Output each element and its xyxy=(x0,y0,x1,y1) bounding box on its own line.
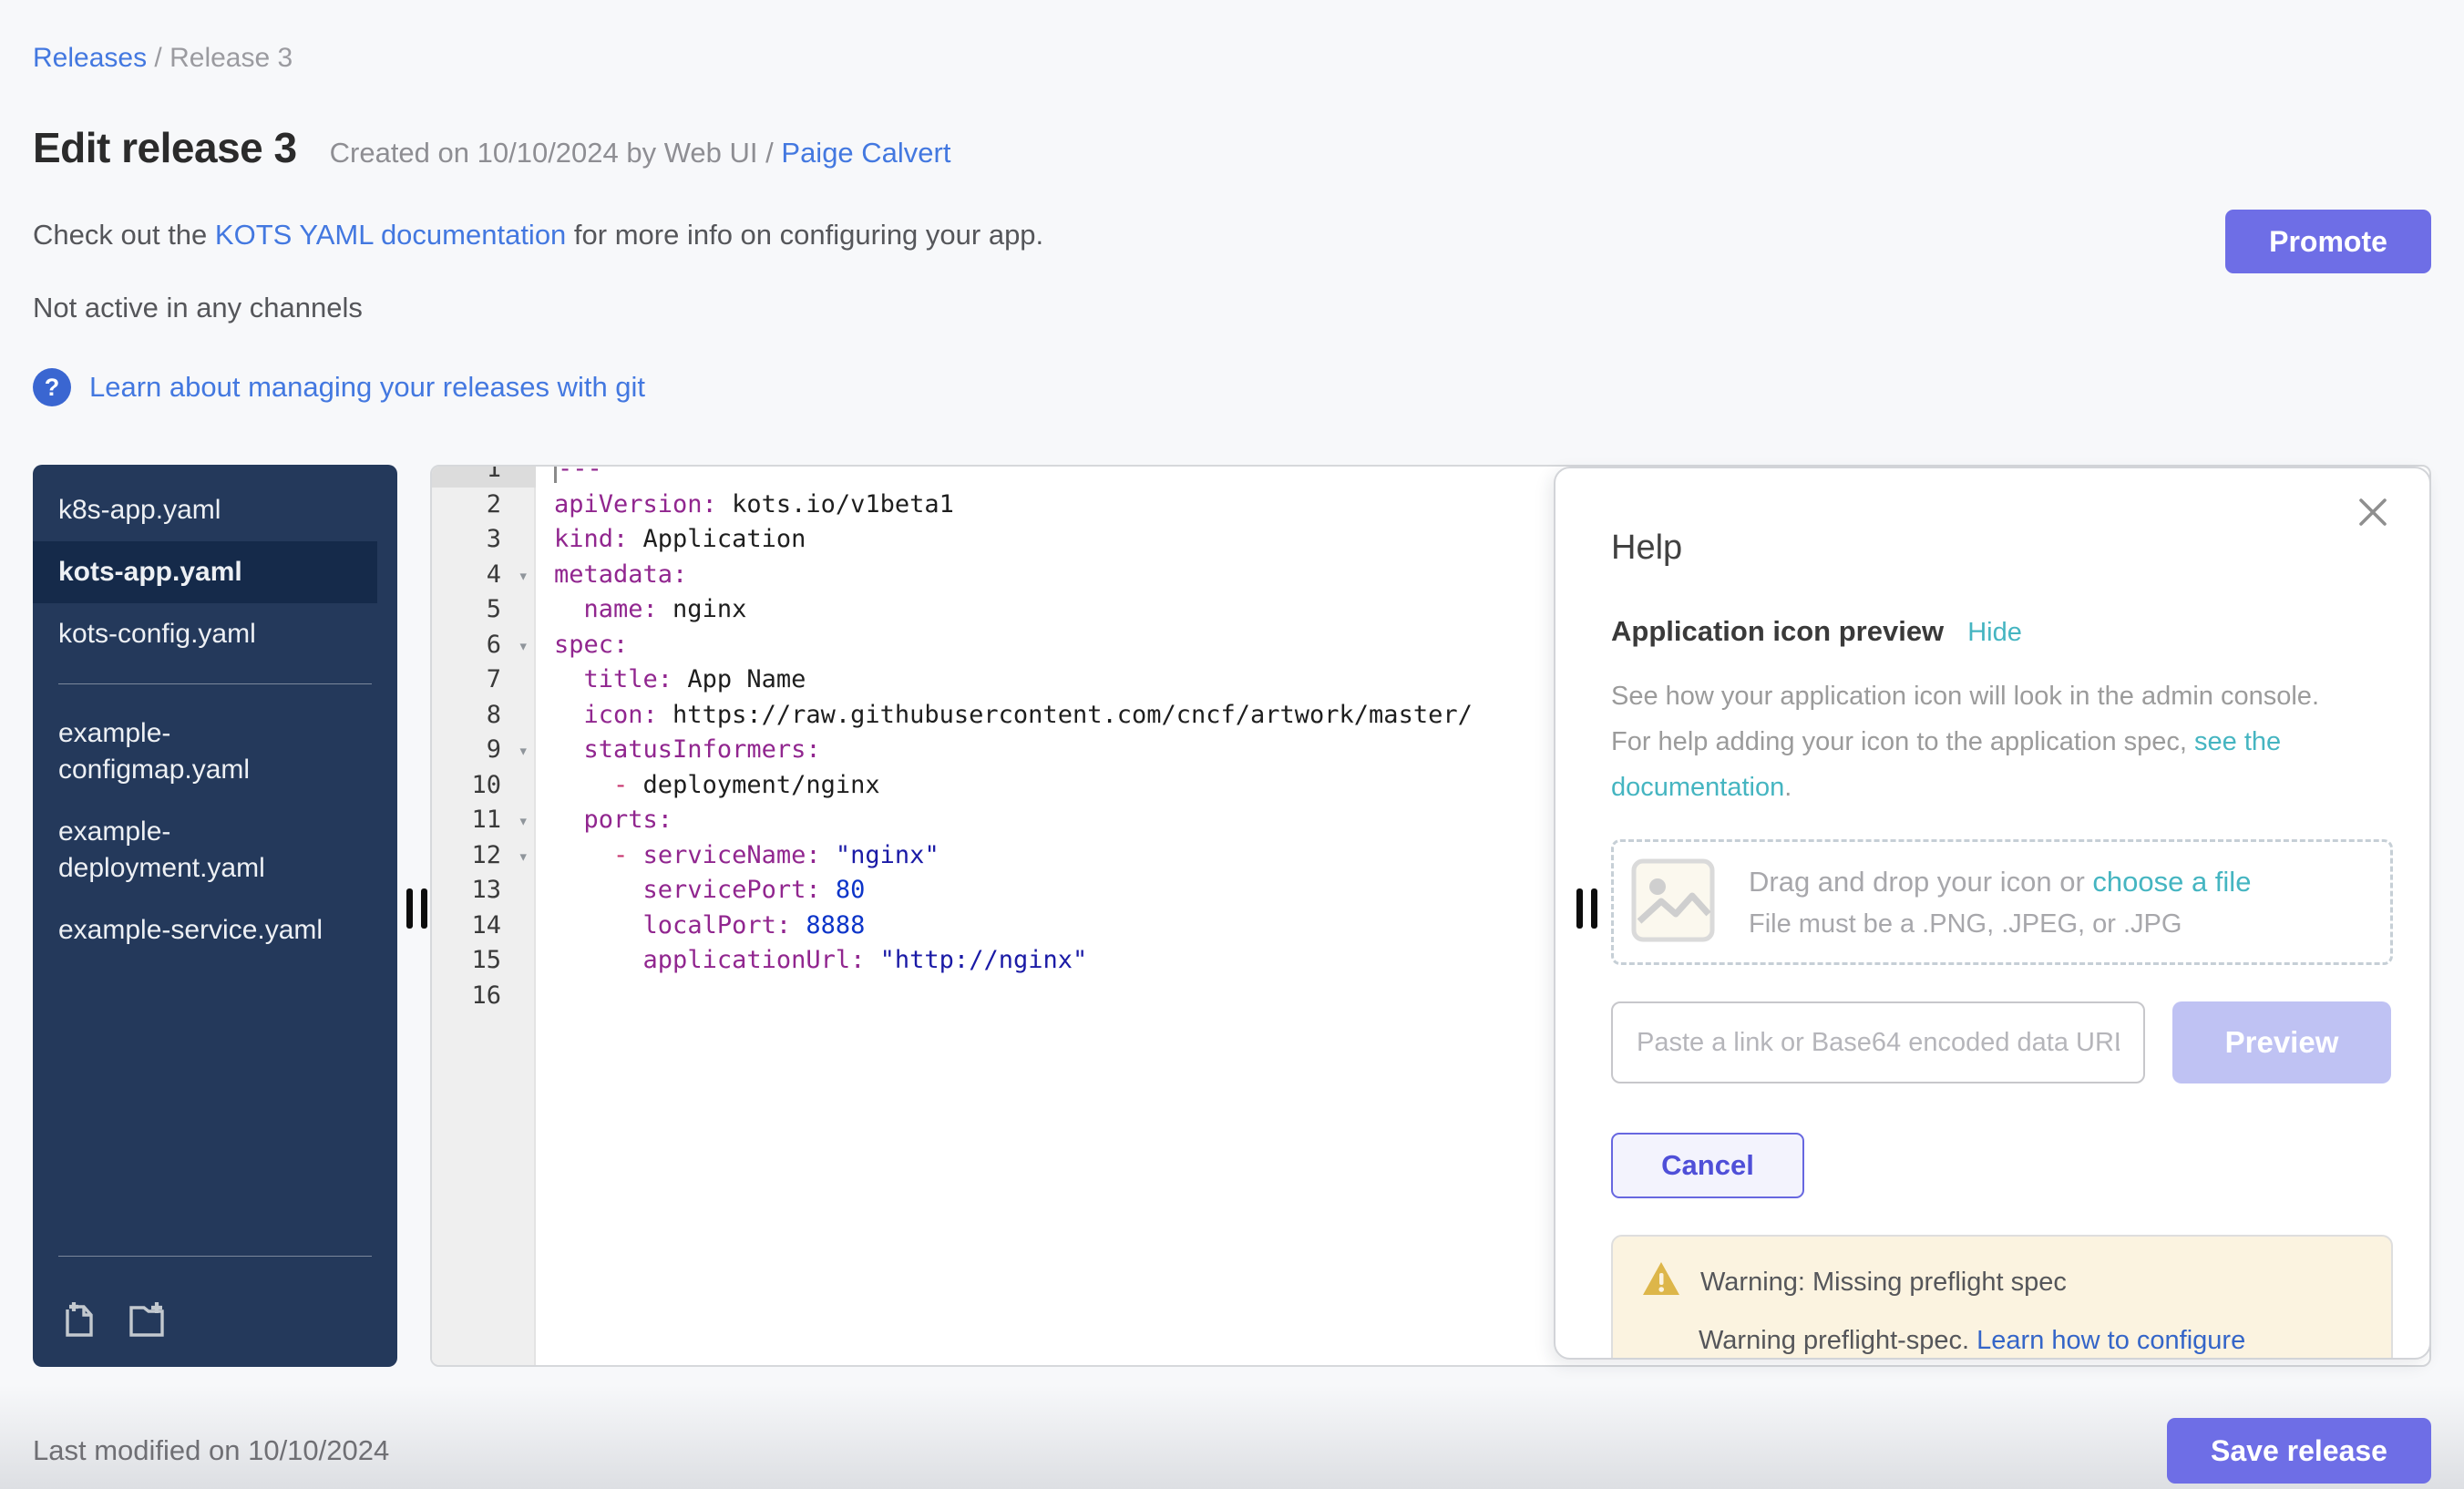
file-item-k8s-app.yaml[interactable]: k8s-app.yaml xyxy=(33,479,397,541)
code-text: - serviceName: "nginx" xyxy=(536,838,939,874)
docs-text-after: for more info on configuring your app. xyxy=(566,219,1043,251)
code-text: kind: Application xyxy=(536,522,806,558)
git-help-label: Learn about managing your releases with … xyxy=(89,371,645,404)
warning-detail: Warning preflight-spec. Learn how to con… xyxy=(1699,1326,2362,1356)
icon-preview-section-title: Application icon preview xyxy=(1611,615,1944,648)
code-text: servicePort: 80 xyxy=(536,873,865,909)
file-item-example-service.yaml[interactable]: example-service.yaml xyxy=(33,899,397,961)
warning-triangle-icon xyxy=(1642,1260,1680,1304)
breadcrumb: Releases / Release 3 xyxy=(33,40,2431,77)
help-panel-resize-handle[interactable] xyxy=(1576,888,1597,929)
code-text: ports: xyxy=(536,803,672,838)
image-placeholder-icon xyxy=(1630,857,1716,948)
help-panel: Help Application icon preview Hide See h… xyxy=(1554,467,2431,1360)
sidebar-bottom xyxy=(33,1237,397,1343)
fold-arrow-icon[interactable]: ▾ xyxy=(518,839,529,875)
line-number: 11▾ xyxy=(432,803,536,838)
question-mark-icon: ? xyxy=(33,368,71,406)
close-icon[interactable] xyxy=(2356,496,2389,533)
file-group-divider xyxy=(58,683,372,684)
file-item-kots-config.yaml[interactable]: kots-config.yaml xyxy=(33,603,397,665)
icon-dropzone[interactable]: Drag and drop your icon or choose a file… xyxy=(1611,839,2393,965)
line-number: 13 xyxy=(432,873,536,909)
breadcrumb-current: Release 3 xyxy=(169,43,293,73)
fold-arrow-icon[interactable]: ▾ xyxy=(518,734,529,769)
file-sidebar: k8s-app.yamlkots-app.yamlkots-config.yam… xyxy=(33,465,397,1367)
hide-link[interactable]: Hide xyxy=(1967,618,2022,648)
file-item-example-deployment.yaml[interactable]: example-deployment.yaml xyxy=(33,801,397,899)
docs-text-before: Check out the xyxy=(33,219,215,251)
code-text: --- xyxy=(536,465,602,488)
breadcrumb-releases-link[interactable]: Releases xyxy=(33,43,147,73)
release-editor-page: Releases / Release 3 Edit release 3 Crea… xyxy=(0,0,2464,1489)
code-text: applicationUrl: "http://nginx" xyxy=(536,943,1087,979)
warning-title: Warning: Missing preflight spec xyxy=(1700,1268,2067,1298)
created-by-link[interactable]: Paige Calvert xyxy=(781,137,950,169)
icon-preview-description: See how your application icon will look … xyxy=(1611,673,2340,810)
sidebar-divider xyxy=(58,1256,372,1257)
cancel-button[interactable]: Cancel xyxy=(1611,1133,1804,1198)
dropzone-filetypes: File must be a .PNG, .JPEG, or .JPG xyxy=(1749,909,2251,940)
footer: Last modified on 10/10/2024 Save release xyxy=(33,1418,2431,1484)
code-text: apiVersion: kots.io/v1beta1 xyxy=(536,488,954,523)
fold-arrow-icon[interactable]: ▾ xyxy=(518,629,529,664)
file-item-example-configmap.yaml[interactable]: example-configmap.yaml xyxy=(33,703,397,801)
new-file-icon[interactable] xyxy=(58,1297,100,1343)
new-folder-icon[interactable] xyxy=(126,1297,168,1343)
icon-url-input[interactable] xyxy=(1611,1001,2145,1083)
breadcrumb-separator: / xyxy=(154,43,161,73)
info-row: Check out the KOTS YAML documentation fo… xyxy=(33,215,2431,273)
kots-yaml-docs-link[interactable]: KOTS YAML documentation xyxy=(215,219,566,251)
line-number: 9▾ xyxy=(432,733,536,768)
text-cursor xyxy=(554,465,557,483)
line-number: 14 xyxy=(432,909,536,944)
fold-arrow-icon[interactable]: ▾ xyxy=(518,559,529,594)
header: Edit release 3 Created on 10/10/2024 by … xyxy=(33,120,2431,175)
line-number: 16 xyxy=(432,979,536,1014)
warning-detail-text: Warning preflight-spec. xyxy=(1699,1326,1976,1355)
code-text: statusInformers: xyxy=(536,733,821,768)
page-title: Edit release 3 xyxy=(33,120,297,175)
line-number: 8 xyxy=(432,698,536,734)
dropzone-instruction: Drag and drop your icon or choose a file xyxy=(1749,866,2251,899)
line-number: 10 xyxy=(432,768,536,804)
line-number: 4▾ xyxy=(432,558,536,593)
description-suffix: . xyxy=(1784,773,1792,802)
last-modified-text: Last modified on 10/10/2024 xyxy=(33,1434,389,1467)
code-text: spec: xyxy=(536,628,628,663)
line-number: 7 xyxy=(432,662,536,698)
line-number: 15 xyxy=(432,943,536,979)
learn-configure-link[interactable]: Learn how to configure xyxy=(1976,1326,2245,1355)
line-number: 5 xyxy=(432,592,536,628)
dropzone-text: Drag and drop your icon or xyxy=(1749,866,2092,898)
line-number: 6▾ xyxy=(432,628,536,663)
code-text: localPort: 8888 xyxy=(536,909,865,944)
created-meta: Created on 10/10/2024 by Web UI / Paige … xyxy=(330,137,951,169)
git-help-link[interactable]: ? Learn about managing your releases wit… xyxy=(33,368,2431,406)
file-list: k8s-app.yamlkots-app.yamlkots-config.yam… xyxy=(33,479,397,961)
line-number: 2 xyxy=(432,488,536,523)
line-number: 1 xyxy=(432,465,536,488)
release-workspace: k8s-app.yamlkots-app.yamlkots-config.yam… xyxy=(33,465,2431,1367)
save-release-button[interactable]: Save release xyxy=(2167,1418,2431,1484)
choose-file-link[interactable]: choose a file xyxy=(2092,866,2251,898)
line-number: 3 xyxy=(432,522,536,558)
code-text: title: App Name xyxy=(536,662,806,698)
promote-button[interactable]: Promote xyxy=(2225,210,2431,273)
preview-button[interactable]: Preview xyxy=(2172,1001,2391,1083)
code-text xyxy=(536,979,554,1014)
docs-info-text: Check out the KOTS YAML documentation fo… xyxy=(33,215,1043,255)
file-item-kots-app.yaml[interactable]: kots-app.yaml xyxy=(33,541,377,603)
code-text: - deployment/nginx xyxy=(536,768,880,804)
channel-status: Not active in any channels xyxy=(33,292,2431,324)
code-text: name: nginx xyxy=(536,592,746,628)
code-text: icon: https://raw.githubusercontent.com/… xyxy=(536,698,1473,734)
fold-arrow-icon[interactable]: ▾ xyxy=(518,804,529,839)
help-panel-title: Help xyxy=(1611,529,2393,568)
line-number: 12▾ xyxy=(432,838,536,874)
sidebar-resize-handle[interactable] xyxy=(406,888,427,929)
created-text: Created on 10/10/2024 by Web UI / xyxy=(330,137,774,169)
preflight-warning: Warning: Missing preflight spec Warning … xyxy=(1611,1235,2393,1360)
code-text: metadata: xyxy=(536,558,687,593)
